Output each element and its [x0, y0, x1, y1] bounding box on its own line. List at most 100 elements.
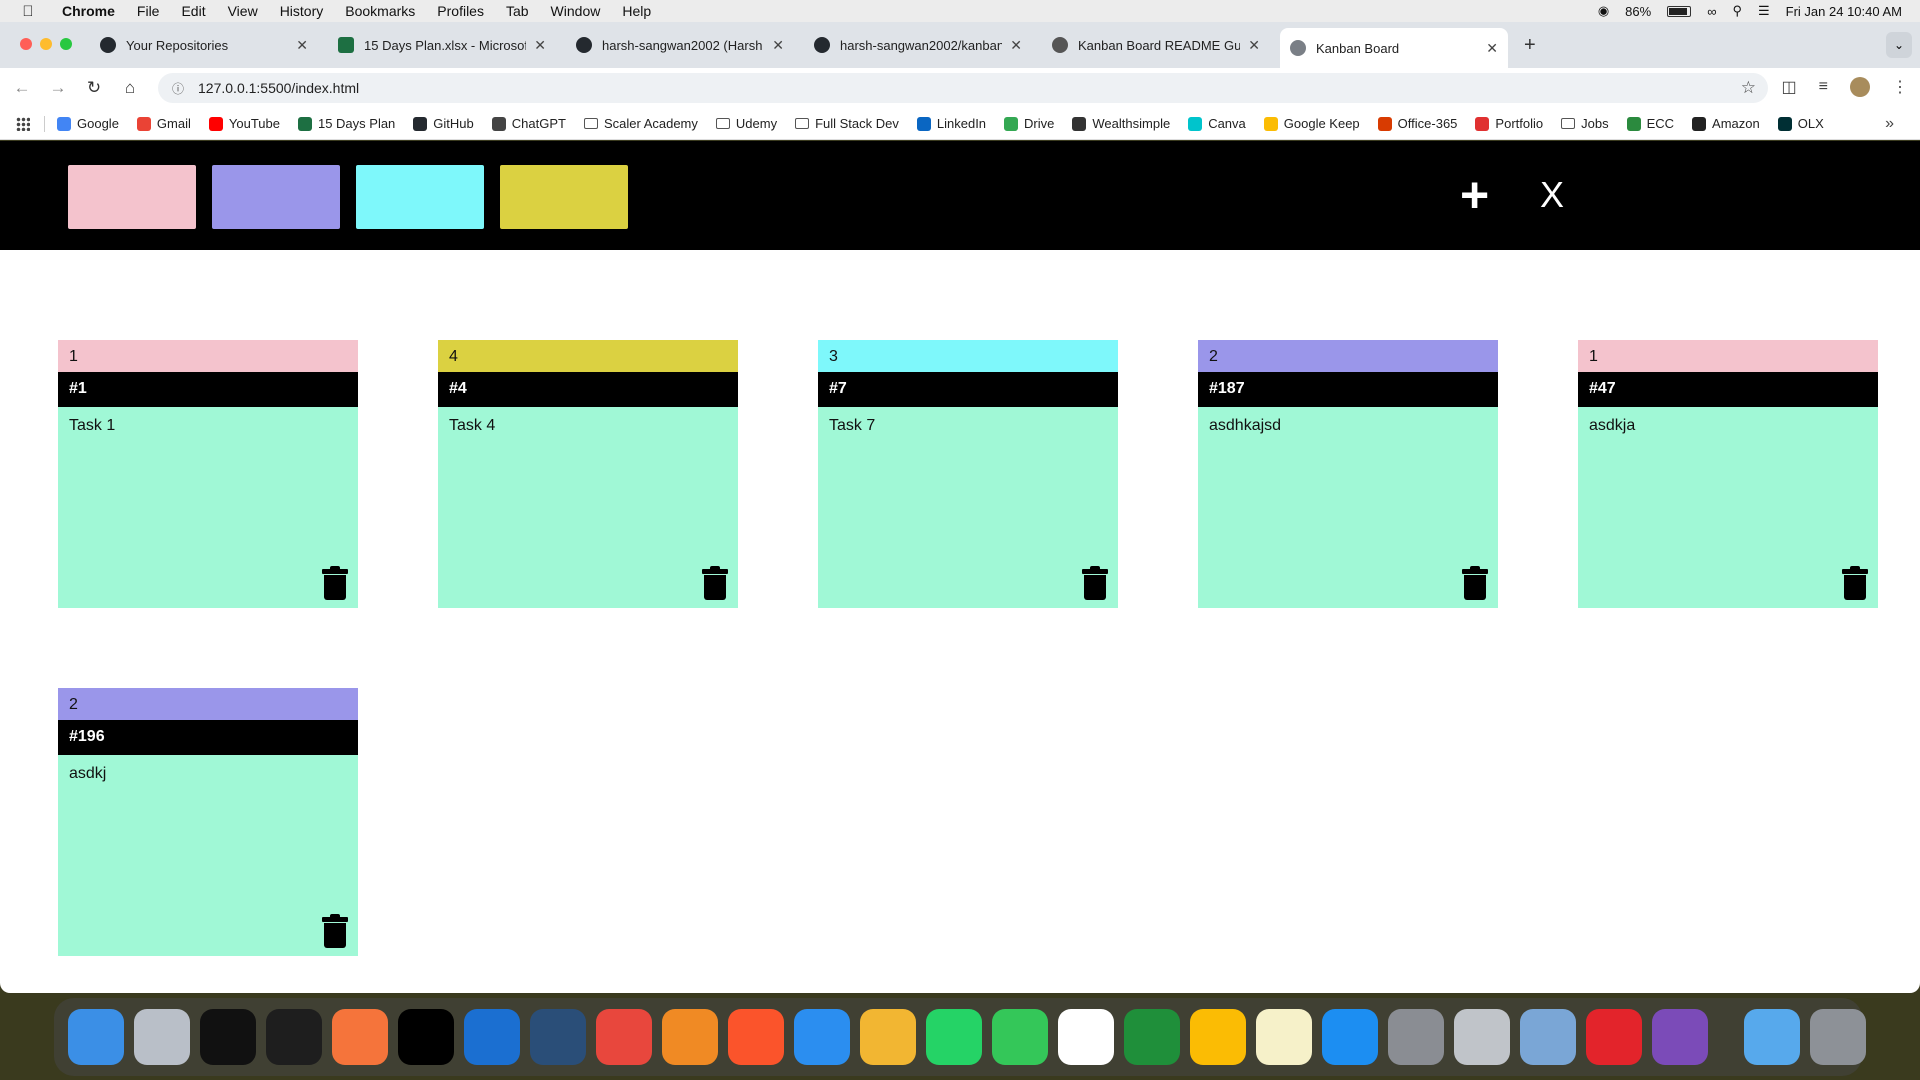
ticket-card[interactable]: 1 #1 Task 1: [58, 340, 358, 608]
profile-avatar[interactable]: [1850, 77, 1870, 97]
ticket-task-text[interactable]: Task 1: [58, 407, 358, 445]
bookmark-item[interactable]: Canva: [1188, 116, 1246, 131]
dock-facetime-icon[interactable]: [992, 1009, 1048, 1065]
dock-google-meet-icon[interactable]: [1124, 1009, 1180, 1065]
ticket-priority-band[interactable]: 3: [818, 340, 1118, 372]
dock-launchpad-icon[interactable]: [134, 1009, 190, 1065]
url-text[interactable]: 127.0.0.1:5500/index.html: [198, 80, 359, 96]
dock-preview-icon[interactable]: [1520, 1009, 1576, 1065]
trash-icon[interactable]: [322, 914, 348, 948]
dock-calendar-icon[interactable]: [1058, 1009, 1114, 1065]
dock-terminal-icon[interactable]: [266, 1009, 322, 1065]
add-ticket-button[interactable]: +: [1460, 163, 1489, 227]
bookmark-item[interactable]: LinkedIn: [916, 116, 986, 131]
dock-intellij-icon[interactable]: [398, 1009, 454, 1065]
ticket-card[interactable]: 3 #7 Task 7: [818, 340, 1118, 608]
zoom-window-button[interactable]: [60, 38, 72, 50]
site-info-icon[interactable]: ⓘ: [172, 80, 184, 97]
dock-trash-icon[interactable]: [1810, 1009, 1866, 1065]
home-icon[interactable]: ⌂: [112, 78, 148, 98]
tab-your-repositories[interactable]: Your Repositories ✕: [90, 28, 318, 62]
bookmark-item[interactable]: Amazon: [1692, 116, 1760, 131]
apps-grid-icon[interactable]: [16, 116, 30, 131]
menu-file[interactable]: File: [137, 3, 160, 19]
bookmark-item[interactable]: 15 Days Plan: [297, 116, 395, 131]
bookmark-item[interactable]: Google Keep: [1263, 116, 1360, 131]
menu-tab[interactable]: Tab: [506, 3, 529, 19]
priority-color-swatch-4[interactable]: [500, 165, 628, 229]
bookmark-item[interactable]: ChatGPT: [491, 116, 566, 131]
dock-iphone-mirroring-icon[interactable]: [1454, 1009, 1510, 1065]
ticket-task-text[interactable]: asdhkajsd: [1198, 407, 1498, 445]
tab-15-days-plan[interactable]: 15 Days Plan.xlsx - Microsoft ✕: [328, 28, 556, 62]
bookmark-item[interactable]: Gmail: [136, 116, 191, 131]
bookmark-item[interactable]: Udemy: [715, 116, 777, 131]
dock-mysql-workbench-icon[interactable]: [530, 1009, 586, 1065]
remove-mode-button[interactable]: X: [1540, 163, 1564, 227]
ticket-task-text[interactable]: asdkj: [58, 755, 358, 793]
menu-app-name[interactable]: Chrome: [62, 3, 115, 19]
dock-notes-icon[interactable]: [1256, 1009, 1312, 1065]
bookmark-item[interactable]: GitHub: [413, 116, 474, 131]
ticket-priority-band[interactable]: 1: [58, 340, 358, 372]
bookmark-item[interactable]: Wealthsimple: [1072, 116, 1170, 131]
back-arrow-icon[interactable]: ←: [4, 78, 40, 98]
trash-icon[interactable]: [322, 566, 348, 600]
ticket-card[interactable]: 4 #4 Task 4: [438, 340, 738, 608]
ticket-priority-band[interactable]: 2: [58, 688, 358, 720]
tab-github-profile[interactable]: harsh-sangwan2002 (Harsh S ✕: [566, 28, 794, 62]
bookmark-item[interactable]: Office-365: [1377, 116, 1457, 131]
trash-icon[interactable]: [1842, 566, 1868, 600]
screen-record-icon[interactable]: ◉: [1598, 3, 1609, 19]
dock-sketch-icon[interactable]: [332, 1009, 388, 1065]
dock-vscode-icon[interactable]: [464, 1009, 520, 1065]
dock-github-desktop-icon[interactable]: [1652, 1009, 1708, 1065]
ticket-card[interactable]: 2 #196 asdkj: [58, 688, 358, 956]
menu-history[interactable]: History: [280, 3, 324, 19]
menu-window[interactable]: Window: [551, 3, 601, 19]
tab-readme-guide[interactable]: Kanban Board README Guide ✕: [1042, 28, 1270, 62]
link-icon[interactable]: ∞: [1707, 4, 1716, 19]
menu-help[interactable]: Help: [622, 3, 651, 19]
bookmark-item[interactable]: YouTube: [208, 116, 280, 131]
close-icon[interactable]: ✕: [772, 37, 784, 54]
ticket-task-text[interactable]: asdkja: [1578, 407, 1878, 445]
extensions-puzzle-icon[interactable]: ◫: [1782, 77, 1797, 97]
dock-app-store-icon[interactable]: [1322, 1009, 1378, 1065]
priority-color-swatch-1[interactable]: [68, 165, 196, 229]
dock-keep-icon[interactable]: [1190, 1009, 1246, 1065]
ticket-priority-band[interactable]: 1: [1578, 340, 1878, 372]
close-icon[interactable]: ✕: [1248, 37, 1260, 54]
dock-finder-icon[interactable]: [68, 1009, 124, 1065]
priority-color-swatch-3[interactable]: [356, 165, 484, 229]
ticket-card[interactable]: 2 #187 asdhkajsd: [1198, 340, 1498, 608]
dock-capcut-icon[interactable]: [200, 1009, 256, 1065]
ticket-task-text[interactable]: Task 4: [438, 407, 738, 445]
close-icon[interactable]: ✕: [534, 37, 546, 54]
dock-whatsapp-icon[interactable]: [926, 1009, 982, 1065]
bookmark-item[interactable]: OLX: [1777, 116, 1824, 131]
dock-folder-icon[interactable]: [1744, 1009, 1800, 1065]
menu-bookmarks[interactable]: Bookmarks: [345, 3, 415, 19]
chrome-menu-icon[interactable]: ⋮: [1892, 77, 1908, 97]
ticket-task-text[interactable]: Task 7: [818, 407, 1118, 445]
dock-system-settings-icon[interactable]: [1388, 1009, 1444, 1065]
bookmark-item[interactable]: Google: [57, 116, 119, 131]
bookmark-item[interactable]: ECC: [1626, 116, 1674, 131]
dock-chrome-icon[interactable]: [596, 1009, 652, 1065]
close-window-button[interactable]: [20, 38, 32, 50]
ticket-priority-band[interactable]: 4: [438, 340, 738, 372]
control-center-icon[interactable]: ☰: [1758, 3, 1770, 19]
ticket-card[interactable]: 1 #47 asdkja: [1578, 340, 1878, 608]
clock[interactable]: Fri Jan 24 10:40 AM: [1786, 4, 1902, 19]
trash-icon[interactable]: [1462, 566, 1488, 600]
more-bookmarks-chevron-icon[interactable]: »: [1885, 115, 1894, 133]
dock-vlc-icon[interactable]: [662, 1009, 718, 1065]
tab-search-chevron-icon[interactable]: ⌄: [1886, 32, 1912, 58]
bookmark-item[interactable]: Drive: [1004, 116, 1054, 131]
bookmark-item[interactable]: Scaler Academy: [583, 116, 698, 131]
reload-icon[interactable]: ↻: [76, 78, 112, 98]
ticket-priority-band[interactable]: 2: [1198, 340, 1498, 372]
dock-safari-icon[interactable]: [794, 1009, 850, 1065]
menu-view[interactable]: View: [228, 3, 258, 19]
